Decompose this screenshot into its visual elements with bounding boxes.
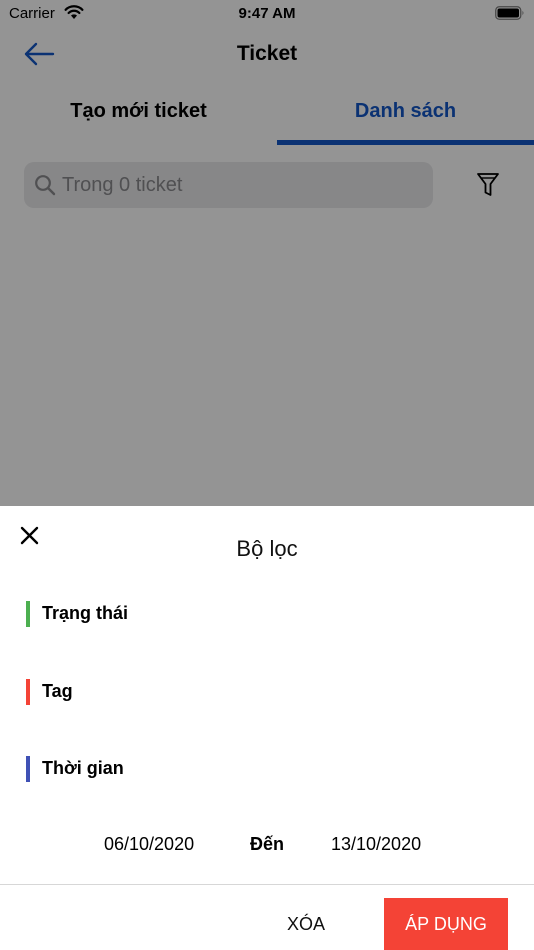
divider <box>0 884 534 885</box>
date-to[interactable]: 13/10/2020 <box>331 834 421 855</box>
apply-button[interactable]: ÁP DỤNG <box>384 898 508 950</box>
sheet-title: Bộ lọc <box>236 536 298 561</box>
section-color-bar <box>26 601 30 627</box>
date-from[interactable]: 06/10/2020 <box>104 834 194 855</box>
section-label: Thời gian <box>42 758 124 778</box>
date-range: 06/10/2020 Đến 13/10/2020 <box>0 832 534 860</box>
section-color-bar <box>26 679 30 705</box>
section-label: Trạng thái <box>42 603 129 623</box>
section-label: Tag <box>42 681 73 701</box>
clear-button[interactable]: XÓA <box>266 898 346 950</box>
date-separator: Đến <box>250 834 285 854</box>
filter-sheet: Bộ lọc Trạng thái Tag Thời gian 06/10/20… <box>0 506 534 950</box>
section-color-bar <box>26 756 30 782</box>
